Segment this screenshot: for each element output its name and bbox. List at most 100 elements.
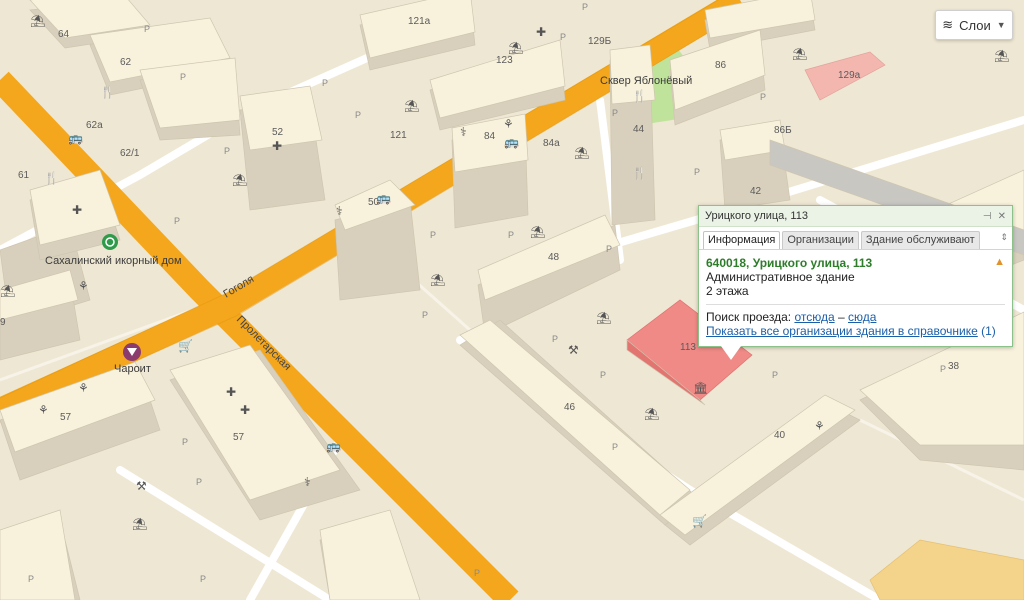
route-label: Поиск проезда:	[706, 310, 792, 324]
poi-caviar-marker[interactable]	[102, 234, 118, 250]
svg-text:P: P	[606, 244, 612, 254]
org-count: (1)	[981, 324, 996, 338]
svg-text:P: P	[760, 92, 766, 102]
bus-stop-icon: 🚌	[504, 135, 519, 149]
address-row: 640018, Урицкого улица, 113 ▲	[706, 256, 1005, 270]
house-number: 129а	[838, 70, 861, 81]
landmark-icon: ⛱	[0, 284, 15, 298]
playground-icon: ⚘	[814, 419, 825, 433]
playground-icon: ⚘	[78, 381, 89, 395]
poi-label-charoit: Чароит	[114, 363, 151, 375]
building-address: 640018, Урицкого улица, 113	[706, 256, 873, 270]
restaurant-icon: 🍴	[632, 166, 647, 180]
hospital-icon: ✚	[72, 203, 82, 217]
house-number: 113	[680, 342, 696, 353]
show-all-row: Показать все организации здания в справо…	[706, 324, 1005, 338]
house-number: 44	[633, 124, 645, 135]
svg-text:P: P	[772, 370, 778, 380]
svg-text:P: P	[552, 334, 558, 344]
bus-stop-icon: 🚌	[68, 131, 83, 145]
house-number: 84а	[543, 138, 560, 149]
divider	[706, 304, 1005, 305]
house-number: 123	[496, 55, 513, 66]
popup-body: 640018, Урицкого улица, 113 ▲ Администра…	[699, 250, 1012, 344]
poi-charoit-marker[interactable]	[123, 343, 141, 361]
tabs-more-icon[interactable]: ⇕	[1000, 232, 1008, 243]
house-number: 52	[272, 127, 284, 138]
landmark-icon: ⛱	[430, 273, 445, 287]
bus-stop-icon: 🚌	[376, 191, 391, 205]
layers-button[interactable]: ≋ Слои ▼	[935, 10, 1013, 40]
pin-icon[interactable]: ⊣	[983, 211, 992, 222]
svg-text:P: P	[612, 108, 618, 118]
hospital-icon: ✚	[226, 385, 236, 399]
route-dash: –	[837, 310, 845, 324]
route-to-link[interactable]: сюда	[848, 310, 876, 324]
route-from-link[interactable]: отсюда	[794, 310, 834, 324]
landmark-icon: ⛱	[574, 146, 589, 160]
close-icon[interactable]: ✕	[998, 211, 1006, 222]
svg-text:P: P	[224, 146, 230, 156]
svg-text:P: P	[355, 110, 361, 120]
house-number: 64	[58, 29, 70, 40]
tab-organizations[interactable]: Организации	[782, 231, 859, 249]
pharmacy-icon: ⚕	[460, 125, 467, 139]
building-type: Административное здание	[706, 270, 855, 284]
house-number: 121а	[408, 16, 431, 27]
landmark-icon: ⛱	[644, 407, 659, 421]
playground-icon: ⚘	[503, 117, 514, 131]
restaurant-icon: 🍴	[632, 89, 647, 103]
svg-text:P: P	[180, 72, 186, 82]
house-number: 61	[18, 170, 30, 181]
svg-text:P: P	[322, 78, 328, 88]
tab-information[interactable]: Информация	[703, 231, 781, 249]
svg-text:P: P	[422, 310, 428, 320]
landmark-icon: ⛱	[404, 99, 419, 113]
show-all-orgs-link[interactable]: Показать все организации здания в справо…	[706, 324, 978, 338]
tab-building-service[interactable]: Здание обслуживают	[860, 231, 980, 249]
svg-text:P: P	[182, 437, 188, 447]
svg-text:P: P	[600, 370, 606, 380]
route-row: Поиск проезда: отсюда – сюда	[706, 310, 1005, 324]
svg-text:P: P	[940, 364, 946, 374]
house-number: 62	[120, 57, 132, 68]
bus-stop-icon: 🚌	[326, 439, 341, 453]
poi-label-caviar-house: Сахалинский икорный дом	[45, 255, 182, 267]
landmark-icon: ⛱	[530, 225, 545, 239]
house-number: 62а	[86, 120, 103, 131]
house-number: 38	[948, 361, 960, 372]
layers-label: Слои	[959, 17, 991, 33]
house-number: 86Б	[774, 125, 792, 136]
fitness-icon: ⚒	[136, 479, 147, 493]
popup-tabs: Информация Организации Здание обслуживаю…	[699, 227, 1012, 250]
hospital-icon: ✚	[272, 139, 282, 153]
building-info-popup: Урицкого улица, 113 ⊣ ✕ Информация Орган…	[698, 205, 1013, 360]
layers-icon: ≋	[942, 17, 954, 32]
popup-header: Урицкого улица, 113 ⊣ ✕	[699, 206, 1012, 227]
house-number: 46	[564, 402, 576, 413]
svg-text:P: P	[174, 216, 180, 226]
house-number: 40	[774, 430, 786, 441]
svg-text:P: P	[200, 574, 206, 584]
hospital-icon: ✚	[536, 25, 546, 39]
building-floors: 2 этажа	[706, 284, 749, 298]
house-number: 84	[484, 131, 496, 142]
house-number: 129Б	[588, 36, 612, 47]
house-number: 86	[715, 60, 727, 71]
svg-text:P: P	[560, 32, 566, 42]
popup-title: Урицкого улица, 113	[705, 210, 808, 222]
warning-icon[interactable]: ▲	[994, 256, 1005, 270]
fitness-icon: ⚒	[568, 343, 579, 357]
shop-icon: 🛒	[178, 339, 193, 353]
svg-text:P: P	[612, 442, 618, 452]
landmark-icon: ⛱	[792, 47, 807, 61]
playground-icon: ⚘	[38, 403, 49, 417]
svg-text:P: P	[582, 2, 588, 12]
house-number: 57	[233, 432, 245, 443]
svg-text:P: P	[196, 477, 202, 487]
landmark-icon: ⛱	[232, 173, 247, 187]
restaurant-icon: 🍴	[100, 85, 115, 99]
shop-icon: 🛒	[692, 514, 707, 528]
house-number: 62/1	[120, 148, 140, 159]
landmark-icon: ⛱	[30, 14, 45, 28]
